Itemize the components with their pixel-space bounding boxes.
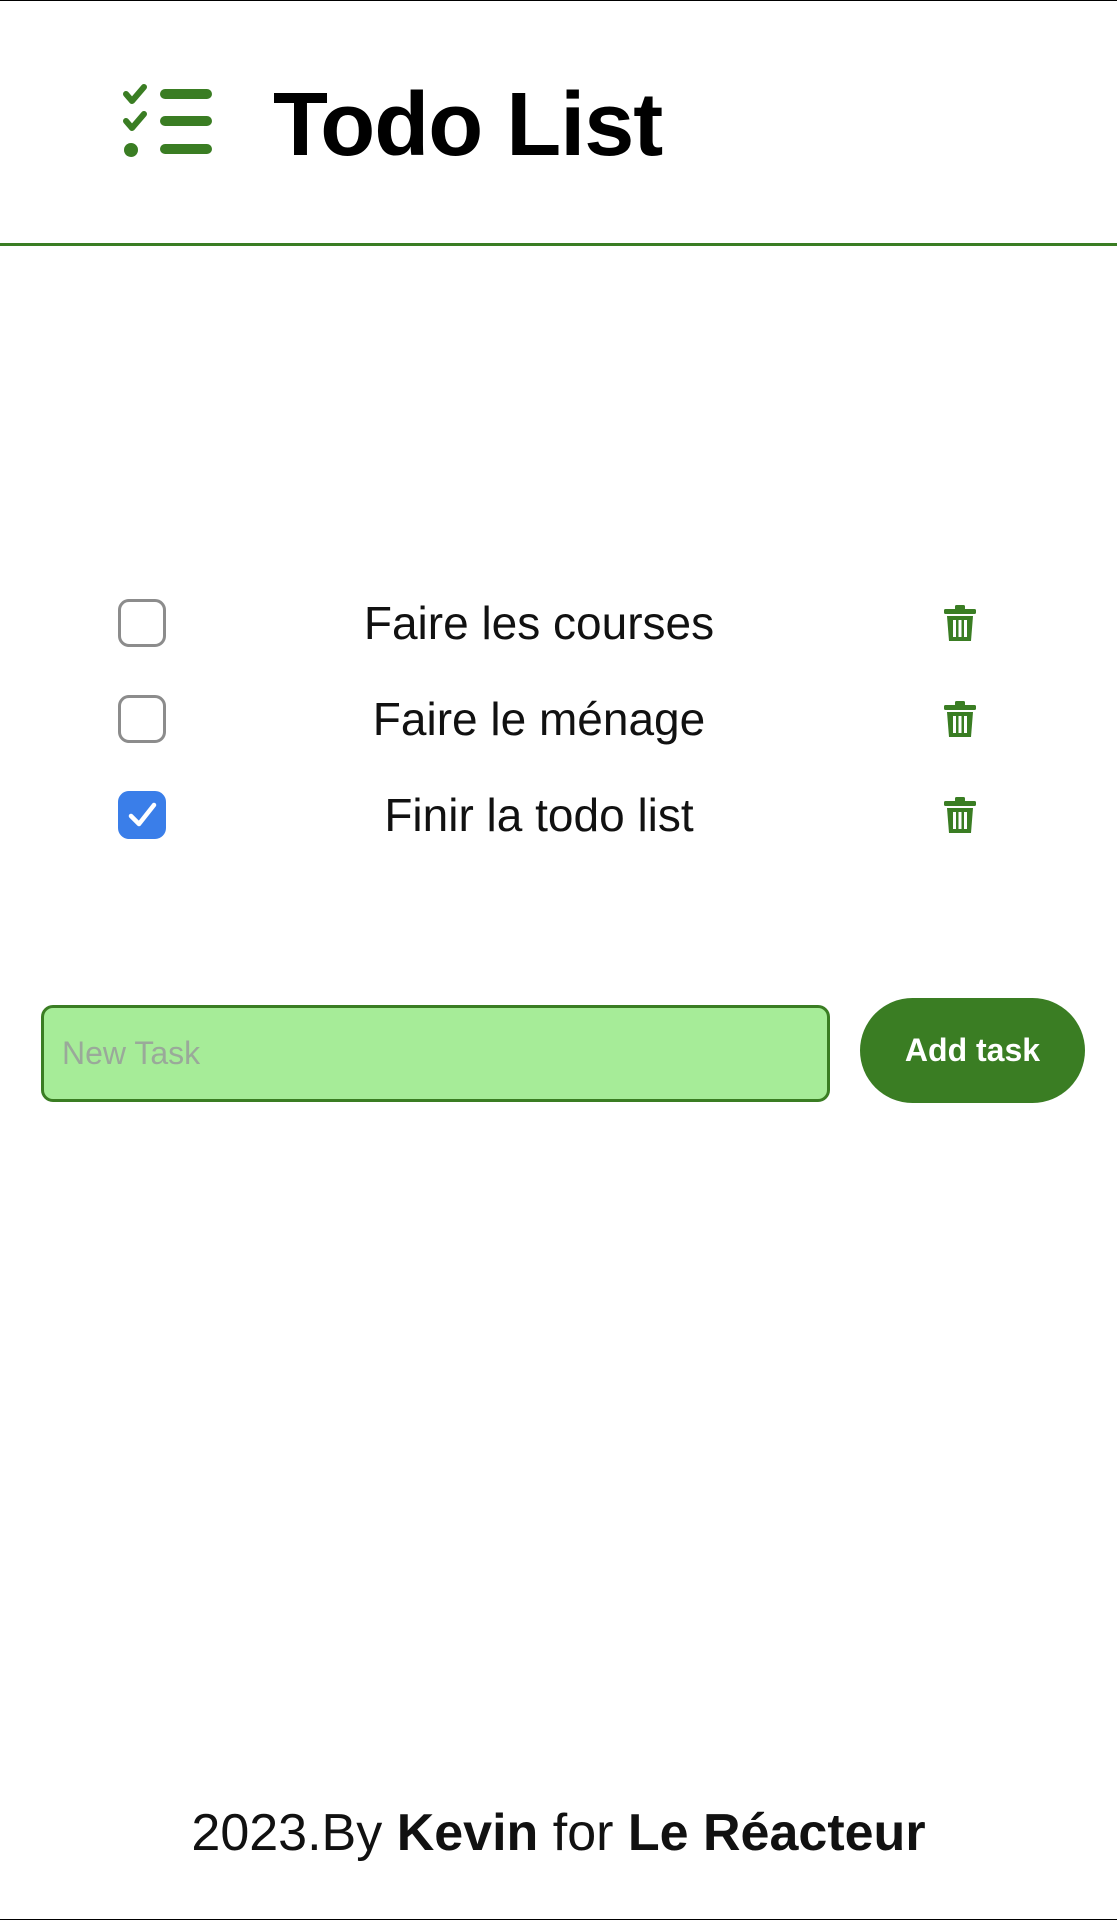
add-task-button[interactable]: Add task	[860, 998, 1085, 1103]
task-row: Faire les courses	[0, 575, 1117, 671]
task-checkbox[interactable]	[118, 599, 166, 647]
footer-middle: for	[538, 1804, 628, 1862]
task-checkbox[interactable]	[118, 695, 166, 743]
checkmark-icon	[128, 802, 157, 827]
task-label: Finir la todo list	[384, 789, 694, 841]
footer-org: Le Réacteur	[627, 1804, 926, 1862]
footer-credits: 2023.By Kevin for Le Réacteur	[0, 1798, 1117, 1868]
app-title: Todo List	[273, 75, 663, 175]
task-label: Faire les courses	[363, 597, 715, 649]
app-header: Todo List	[0, 0, 1117, 246]
task-checkbox[interactable]	[118, 791, 166, 839]
trash-icon[interactable]	[943, 605, 977, 641]
footer-author: Kevin	[396, 1804, 539, 1862]
task-label: Faire le ménage	[372, 693, 706, 745]
task-row: Finir la todo list	[0, 767, 1117, 863]
trash-icon[interactable]	[943, 797, 977, 833]
task-list: Faire les courses Faire le ménage Finir …	[0, 575, 1117, 863]
task-row: Faire le ménage	[0, 671, 1117, 767]
new-task-input[interactable]	[41, 1005, 830, 1102]
trash-icon[interactable]	[943, 701, 977, 737]
checklist-icon	[120, 84, 212, 162]
footer-prefix: 2023.By	[191, 1804, 397, 1862]
